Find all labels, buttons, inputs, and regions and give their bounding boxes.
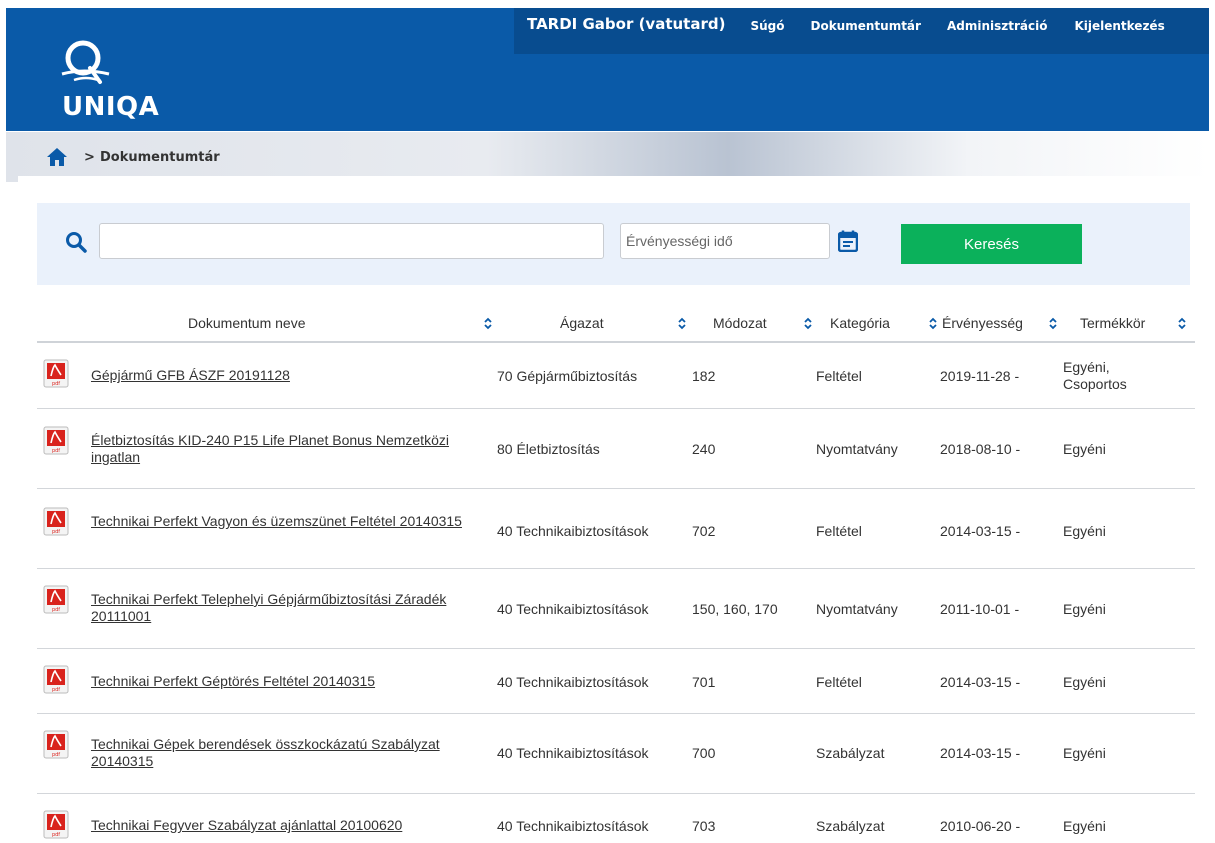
svg-text:pdf: pdf [52, 448, 60, 454]
breadcrumb-separator: > [84, 150, 95, 165]
table-row[interactable]: pdf Technikai Fegyver Szabályzat ajánlat… [37, 794, 1195, 843]
document-name-link[interactable]: Technikai Gépek berendések összkockázatú… [91, 736, 471, 770]
pdf-file-icon[interactable]: pdf [43, 585, 69, 614]
table-row[interactable]: pdf Technikai Perfekt Vagyon és üzemszün… [37, 489, 1195, 569]
category-cell: Szabályzat [816, 745, 885, 761]
table-row[interactable]: pdf Technikai Perfekt Telephelyi Gépjárm… [37, 569, 1195, 649]
product-group-cell: Egyéni [1063, 745, 1106, 761]
column-header-validity[interactable]: Érvényesség [942, 315, 1023, 331]
table-row[interactable]: pdf Gépjármű GFB ÁSZF 20191128 70 Gépjár… [37, 344, 1195, 409]
product-group-cell: Egyéni [1063, 523, 1106, 539]
pdf-file-icon[interactable]: pdf [43, 810, 69, 839]
validity-date-field[interactable] [620, 223, 830, 259]
branch-cell: 40 Technikaibiztosítások [497, 601, 649, 617]
branch-cell: 40 Technikaibiztosítások [497, 745, 649, 761]
mode-cell: 182 [692, 368, 716, 384]
category-cell: Nyomtatvány [816, 441, 898, 457]
nav-link-help[interactable]: Súgó [750, 19, 784, 33]
sort-icon[interactable] [1177, 316, 1187, 330]
mode-cell: 701 [692, 674, 716, 690]
category-cell: Szabályzat [816, 818, 885, 834]
svg-text:pdf: pdf [52, 529, 60, 535]
category-cell: Nyomtatvány [816, 601, 898, 617]
sort-icon[interactable] [928, 316, 938, 330]
validity-cell: 2014-03-15 - [940, 745, 1021, 761]
category-cell: Feltétel [816, 523, 862, 539]
validity-cell: 2014-03-15 - [940, 523, 1021, 539]
nav-link-logout[interactable]: Kijelentkezés [1074, 19, 1164, 33]
pdf-file-icon[interactable]: pdf [43, 507, 69, 536]
branch-cell: 40 Technikaibiztosítások [497, 674, 649, 690]
validity-cell: 2018-08-10 - [940, 441, 1021, 457]
pdf-file-icon[interactable]: pdf [43, 359, 69, 388]
svg-text:pdf: pdf [52, 752, 60, 758]
category-cell: Feltétel [816, 368, 862, 384]
document-name-link[interactable]: Technikai Fegyver Szabályzat ajánlattal … [91, 817, 471, 834]
nav-link-document-library[interactable]: Dokumentumtár [811, 19, 921, 33]
search-input[interactable] [99, 223, 604, 259]
document-name-link[interactable]: Technikai Perfekt Géptörés Feltétel 2014… [91, 673, 471, 690]
product-group-cell: Egyéni [1063, 818, 1106, 834]
document-name-link[interactable]: Technikai Perfekt Telephelyi Gépjárműbiz… [91, 591, 471, 625]
validity-cell: 2014-03-15 - [940, 674, 1021, 690]
document-name-link[interactable]: Technikai Perfekt Vagyon és üzemszünet F… [91, 513, 471, 530]
search-icon [66, 232, 87, 253]
column-header-category[interactable]: Kategória [830, 315, 890, 331]
nav-link-administration[interactable]: Adminisztráció [947, 19, 1048, 33]
table-row[interactable]: pdf Technikai Gépek berendések összkocká… [37, 714, 1195, 794]
category-cell: Feltétel [816, 674, 862, 690]
validity-cell: 2019-11-28 - [940, 368, 1020, 384]
sort-icon[interactable] [483, 316, 493, 330]
mode-cell: 150, 160, 170 [692, 601, 778, 617]
search-panel: Keresés [37, 203, 1190, 285]
mode-cell: 703 [692, 818, 716, 834]
sort-icon[interactable] [1048, 316, 1058, 330]
branch-cell: 70 Gépjárműbiztosítás [497, 368, 638, 384]
svg-text:pdf: pdf [52, 687, 60, 693]
branch-cell: 40 Technikaibiztosítások [497, 523, 649, 539]
sort-icon[interactable] [803, 316, 813, 330]
app-header: UNIQA TARDI Gabor (vatutard) Súgó Dokume… [6, 8, 1209, 131]
search-button[interactable]: Keresés [901, 224, 1082, 264]
breadcrumb-current: Dokumentumtár [100, 150, 220, 165]
pdf-file-icon[interactable]: pdf [43, 730, 69, 759]
user-name: TARDI Gabor (vatutard) [527, 15, 726, 33]
column-header-document-name[interactable]: Dokumentum neve [188, 315, 306, 331]
home-icon[interactable] [46, 147, 68, 167]
sort-icon[interactable] [677, 316, 687, 330]
pdf-file-icon[interactable]: pdf [43, 426, 69, 455]
column-header-product-group[interactable]: Termékkör [1080, 315, 1145, 331]
calendar-icon[interactable] [838, 230, 858, 252]
breadcrumb: > Dokumentumtár [6, 132, 1209, 182]
validity-cell: 2011-10-01 - [940, 601, 1020, 617]
product-group-cell: Egyéni [1063, 674, 1106, 690]
document-name-link[interactable]: Gépjármű GFB ÁSZF 20191128 [91, 367, 471, 384]
logo-text: UNIQA [62, 92, 160, 122]
svg-text:pdf: pdf [52, 381, 60, 387]
pdf-file-icon[interactable]: pdf [43, 665, 69, 694]
document-name-link[interactable]: Életbiztosítás KID-240 P15 Life Planet B… [91, 432, 471, 466]
mode-cell: 700 [692, 745, 716, 761]
table-row[interactable]: pdf Életbiztosítás KID-240 P15 Life Plan… [37, 409, 1195, 489]
table-header: Dokumentum neve Ágazat Módozat Kategória… [37, 305, 1195, 343]
branch-cell: 80 Életbiztosítás [497, 441, 600, 457]
validity-cell: 2010-06-20 - [940, 818, 1021, 834]
top-navigation: TARDI Gabor (vatutard) Súgó Dokumentumtá… [514, 8, 1209, 54]
product-group-cell: Egyéni [1063, 441, 1106, 457]
branch-cell: 40 Technikaibiztosítások [497, 818, 649, 834]
column-header-mode[interactable]: Módozat [713, 315, 767, 331]
svg-text:pdf: pdf [52, 607, 60, 613]
column-header-branch[interactable]: Ágazat [560, 315, 604, 331]
mode-cell: 702 [692, 523, 716, 539]
table-row[interactable]: pdf Technikai Perfekt Géptörés Feltétel … [37, 649, 1195, 714]
mode-cell: 240 [692, 441, 716, 457]
svg-text:pdf: pdf [52, 832, 60, 838]
product-group-cell: Egyéni, Csoportos [1063, 359, 1127, 392]
product-group-cell: Egyéni [1063, 601, 1106, 617]
